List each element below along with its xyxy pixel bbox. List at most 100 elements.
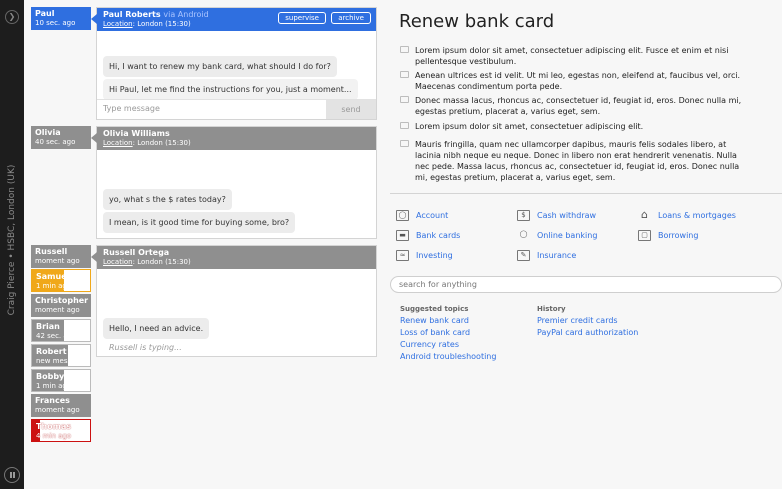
agent-sidebar: ❯ Craig Pierce • HSBC, London (UK) [0, 0, 24, 489]
paragraph-text: Lorem ipsum dolor sit amet, consectetuer… [415, 46, 729, 66]
chat-message: I mean, is it good time for buying some,… [103, 212, 296, 233]
suggested-topics-title: Suggested topics [400, 305, 469, 313]
location-value: : London (15:30) [132, 139, 191, 147]
session-name: Paul [35, 9, 55, 18]
session-name: Russell [35, 247, 68, 256]
session-time: 40 sec. ago [35, 138, 76, 146]
session-name: Frances [35, 396, 70, 405]
category-label: Cash withdraw [537, 211, 597, 220]
paragraph-text: Lorem ipsum dolor sit amet, consectetuer… [415, 122, 644, 131]
article-paragraph: Mauris fringilla, quam nec ullamcorper d… [400, 139, 745, 183]
history-link[interactable]: PayPal card authorization [537, 328, 638, 337]
category-label: Insurance [537, 251, 577, 260]
article-paragraph: Donec massa lacus, rhoncus ac, consectet… [400, 95, 745, 117]
chat-title: Russell Ortega [103, 248, 170, 257]
divider [390, 193, 782, 194]
chat-via: via Android [163, 10, 209, 19]
mouse-icon: ◯ [519, 230, 528, 238]
session-name: Bobby [36, 372, 65, 381]
card-icon: ▬ [396, 230, 409, 241]
session-item-olivia[interactable]: Olivia 40 sec. ago [31, 126, 91, 149]
agent-info: Craig Pierce • HSBC, London (UK) [3, 160, 21, 320]
session-item-thomas[interactable]: Thomas 4 min ago [31, 419, 91, 442]
location-link[interactable]: Location [103, 258, 133, 266]
category-label: Borrowing [658, 231, 699, 240]
session-item-paul[interactable]: Paul 10 sec. ago [31, 7, 91, 30]
chat-message: Hello, I need an advice. [103, 318, 210, 339]
message-input-row: Type message send [97, 99, 376, 119]
suggested-topic-link[interactable]: Android troubleshooting [400, 352, 496, 361]
paragraph-icon [400, 46, 409, 53]
category-label: Bank cards [416, 231, 461, 240]
document-icon: ✎ [517, 250, 530, 261]
message-input[interactable]: Type message [103, 104, 160, 113]
paragraph-icon [400, 96, 409, 103]
supervise-button[interactable]: supervise [278, 12, 326, 24]
chat-message: yo, what s the $ rates today? [103, 189, 232, 210]
category-bank-cards[interactable]: ▬ Bank cards [396, 230, 460, 242]
session-time: 42 sec. ago [36, 332, 77, 340]
session-item-frances[interactable]: Frances moment ago [31, 394, 91, 417]
location-link[interactable]: Location [103, 139, 133, 147]
chat-header: Russell Ortega Location: London (15:30) [97, 246, 376, 269]
send-button[interactable]: send [326, 100, 376, 119]
session-item-bobby[interactable]: Bobby 1 min ago [31, 369, 91, 392]
chat-card-paul: Paul Roberts via Android Location: Londo… [91, 7, 377, 120]
article-paragraph: Lorem ipsum dolor sit amet, consectetuer… [400, 45, 745, 67]
session-item-robert[interactable]: Robert new message [31, 344, 91, 367]
chat-header: Paul Roberts via Android Location: Londo… [97, 8, 376, 31]
category-borrowing[interactable]: ▢ Borrowing [638, 230, 698, 242]
session-item-russell[interactable]: Russell moment ago [31, 245, 91, 268]
session-time: 4 min ago [36, 432, 72, 440]
suggested-topic-link[interactable]: Loss of bank card [400, 328, 470, 337]
typing-indicator: Russell is typing... [109, 343, 182, 352]
session-name: Christopher [35, 296, 89, 305]
session-name: Samuel [36, 272, 70, 281]
session-time: moment ago [35, 257, 80, 265]
suggested-topic-link[interactable]: Renew bank card [400, 316, 469, 325]
account-icon: ◯ [396, 210, 409, 221]
paragraph-text: Donec massa lacus, rhoncus ac, consectet… [415, 96, 742, 116]
category-label: Loans & mortgages [658, 211, 736, 220]
category-online-banking[interactable]: ◯ Online banking [517, 230, 598, 242]
session-time: moment ago [35, 306, 80, 314]
article-paragraph: Lorem ipsum dolor sit amet, consectetuer… [400, 121, 745, 132]
location-value: : London (15:30) [132, 20, 191, 28]
session-item-samuel[interactable]: Samuel 1 min ago [31, 269, 91, 292]
chat-title: Olivia Williams [103, 129, 170, 138]
session-time: 10 sec. ago [35, 19, 76, 27]
session-time: 1 min ago [36, 282, 72, 290]
session-name: Brian [36, 322, 60, 331]
chat-title: Paul Roberts [103, 10, 161, 19]
chevron-right-icon[interactable]: ❯ [5, 10, 19, 24]
session-name: Thomas [36, 422, 72, 431]
history-link[interactable]: Premier credit cards [537, 316, 618, 325]
session-item-christopher[interactable]: Christopher moment ago [31, 294, 91, 317]
session-item-brian[interactable]: Brian 42 sec. ago [31, 319, 91, 342]
suggested-topic-link[interactable]: Currency rates [400, 340, 459, 349]
category-investing[interactable]: ≈ Investing [396, 250, 453, 262]
category-account[interactable]: ◯ Account [396, 210, 448, 222]
paragraph-text: Mauris fringilla, quam nec ullamcorper d… [415, 140, 740, 182]
paragraph-icon [400, 140, 409, 147]
session-time: 1 min ago [36, 382, 72, 390]
category-label: Account [416, 211, 449, 220]
category-loans[interactable]: ⌂ Loans & mortgages [638, 208, 736, 222]
chat-card-russell: Russell Ortega Location: London (15:30) … [91, 245, 377, 357]
pause-icon[interactable] [4, 467, 20, 483]
chat-message: Hi, I want to renew my bank card, what s… [103, 56, 337, 77]
location-link[interactable]: Location [103, 20, 133, 28]
search-input[interactable]: search for anything [390, 276, 782, 293]
session-name: Olivia [35, 128, 61, 137]
category-insurance[interactable]: ✎ Insurance [517, 250, 576, 262]
category-label: Investing [416, 251, 453, 260]
session-name: Robert [36, 347, 67, 356]
paragraph-text: Aenean ultrices est id velit. Ut mi leo,… [415, 71, 741, 91]
house-icon: ⌂ [641, 208, 648, 221]
paragraph-icon [400, 122, 409, 129]
session-time: moment ago [35, 406, 80, 414]
article-paragraph: Aenean ultrices est id velit. Ut mi leo,… [400, 70, 745, 92]
archive-button[interactable]: archive [331, 12, 371, 24]
category-cash-withdraw[interactable]: $ Cash withdraw [517, 210, 596, 222]
chart-icon: ≈ [396, 250, 409, 261]
